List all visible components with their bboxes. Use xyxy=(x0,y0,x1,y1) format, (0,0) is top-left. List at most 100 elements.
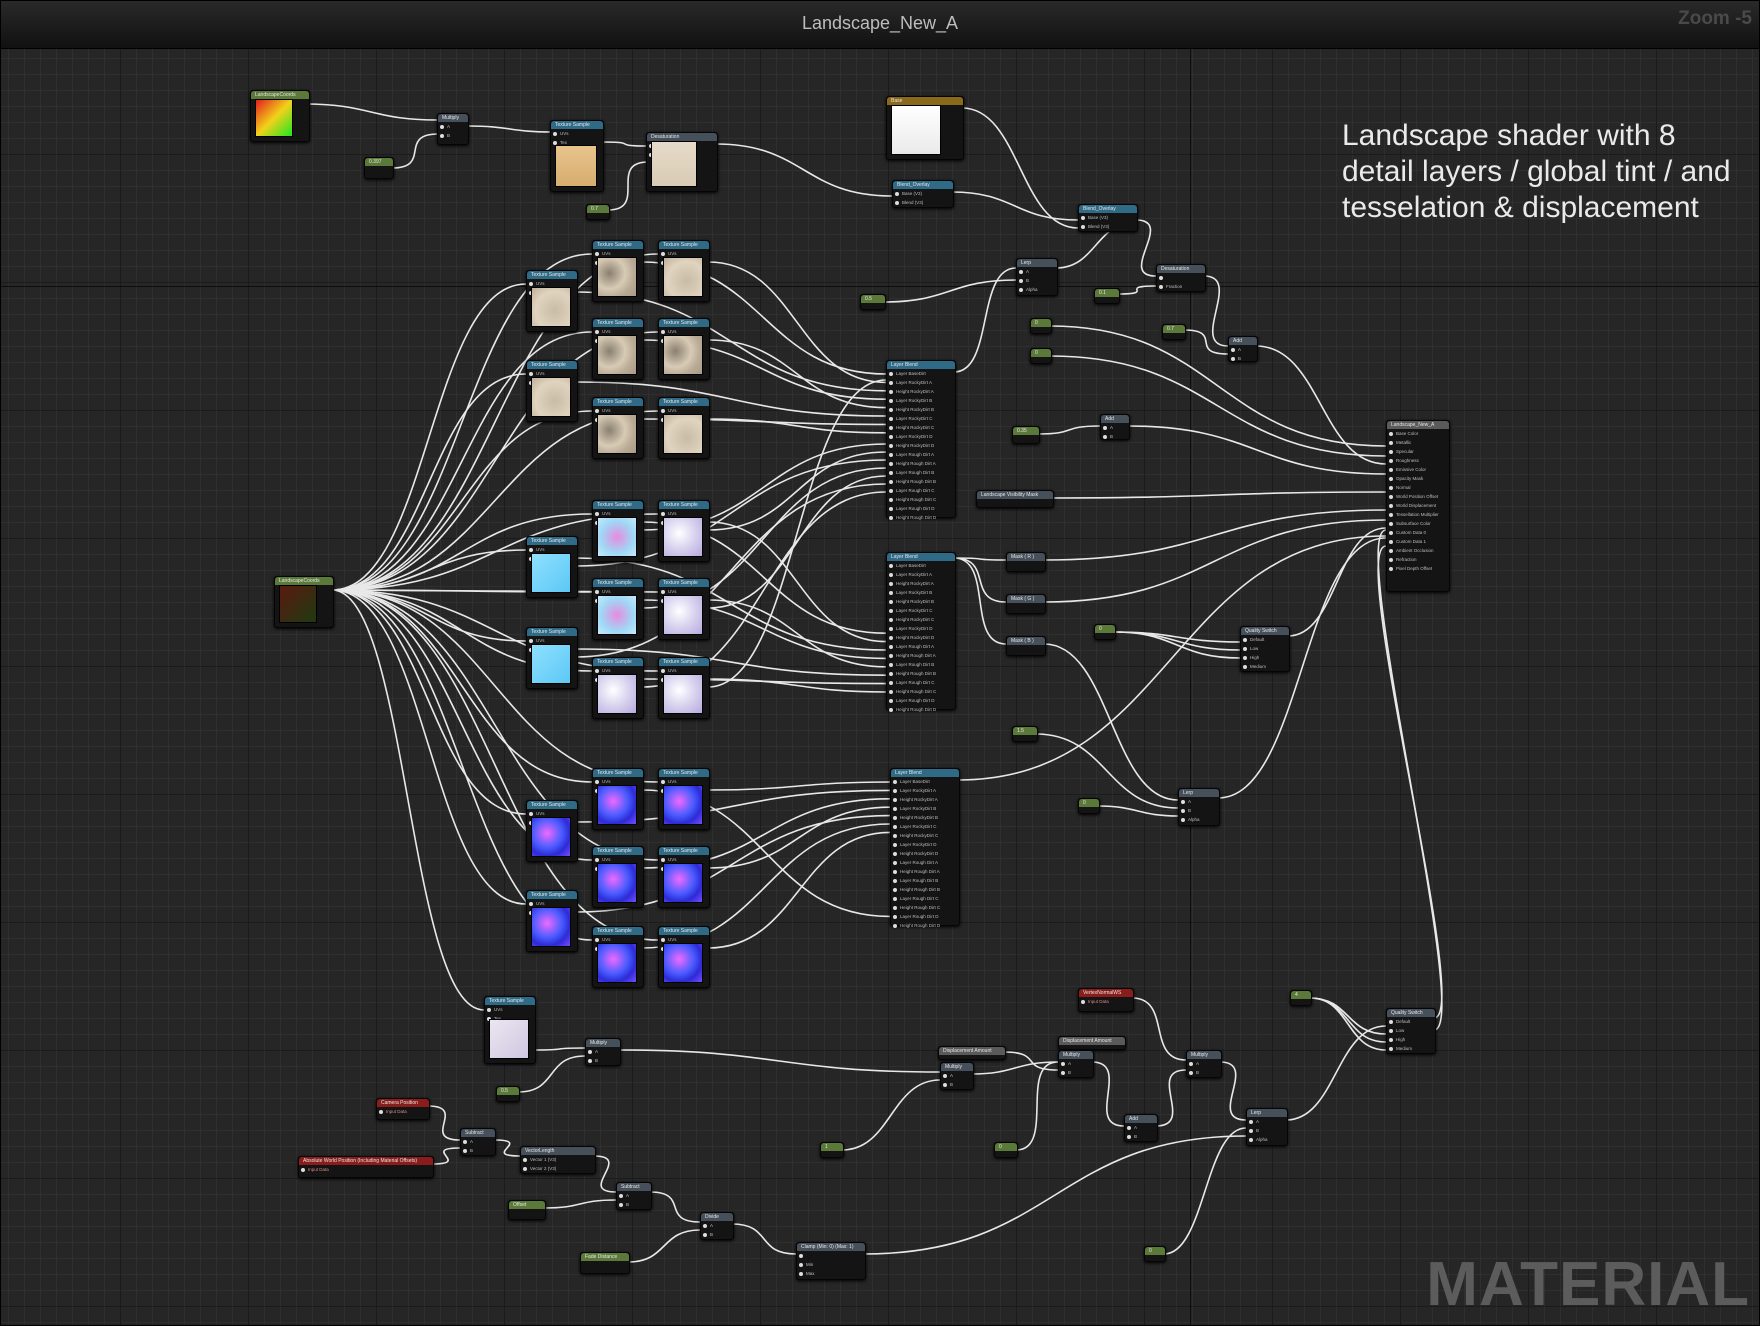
node-texture-sample-22[interactable]: Texture SampleUVsTex xyxy=(592,926,644,988)
node-clamp[interactable]: Clamp (Min: 0) (Max: 1) Min Max xyxy=(796,1242,866,1280)
node-input-pin[interactable]: Custom Data 1 xyxy=(1387,537,1449,546)
node-fade-distance[interactable]: Fade Distance xyxy=(580,1252,630,1274)
node-displacement-amount-1[interactable]: Displacement Amount xyxy=(938,1046,1006,1060)
node-input-pin[interactable]: B xyxy=(586,1056,620,1065)
node-const-mid-1[interactable]: 1.5 xyxy=(1012,726,1038,742)
node-input-pin[interactable]: Subsurface Color xyxy=(1387,519,1449,528)
node-landscape-visibility[interactable]: Landscape Visibility Mask xyxy=(976,490,1054,508)
node-input-pin[interactable]: Height RockyDirt D xyxy=(891,849,959,858)
node-input-pin[interactable]: Metallic xyxy=(1387,438,1449,447)
node-input-pin[interactable]: Opacity Mask xyxy=(1387,474,1449,483)
node-input-pin[interactable]: B xyxy=(461,1146,495,1155)
node-texture-sample-23[interactable]: Texture SampleUVsTex xyxy=(658,926,710,988)
node-input-pin[interactable]: Base (V3) xyxy=(893,189,953,198)
node-input-pin[interactable]: Layer Rough Dirt A xyxy=(887,642,955,651)
node-input-pin[interactable]: A xyxy=(1125,1123,1157,1132)
node-input-pin[interactable]: Roughness xyxy=(1387,456,1449,465)
node-lerp-mid[interactable]: Lerp A B Alpha xyxy=(1178,788,1220,826)
node-input-pin[interactable]: Height Rough Dirt D xyxy=(887,705,955,714)
node-input-pin[interactable]: Height RockyDirt C xyxy=(887,615,955,624)
node-input-pin[interactable]: Height Rough Dirt C xyxy=(891,903,959,912)
node-texture-sample-18[interactable]: Texture SampleUVsTex xyxy=(526,800,578,862)
node-input-pin[interactable]: A xyxy=(1229,345,1257,354)
node-input-pin[interactable]: A xyxy=(1101,423,1129,432)
node-input-pin[interactable]: Layer RockyDirt B xyxy=(887,588,955,597)
node-texture-sample-14[interactable]: Texture SampleUVsTex xyxy=(592,657,644,719)
node-landscape-coords-mid[interactable]: LandscapeCoords xyxy=(274,576,334,628)
node-texture-sample-3[interactable]: Texture SampleUVsTex xyxy=(592,318,644,380)
node-input-pin[interactable]: A xyxy=(617,1191,651,1200)
node-input-pin[interactable]: B xyxy=(617,1200,651,1209)
node-input-pin[interactable]: Base Color xyxy=(1387,429,1449,438)
node-input-pin[interactable]: Tessellation Multiplier xyxy=(1387,510,1449,519)
node-input-pin[interactable]: Layer Rough Dirt A xyxy=(887,450,955,459)
node-const-disp[interactable]: 0.5 xyxy=(496,1086,520,1102)
node-input-pin[interactable]: Normal xyxy=(1387,483,1449,492)
node-abs-world-pos[interactable]: Absolute World Position (Including Mater… xyxy=(298,1156,434,1178)
node-input-pin[interactable]: Layer RockyDirt A xyxy=(891,786,959,795)
node-input-pin[interactable]: Pixel Depth Offset xyxy=(1387,564,1449,573)
node-camera-position[interactable]: Camera Position Input Data xyxy=(376,1098,430,1120)
node-input-pin[interactable] xyxy=(797,1251,865,1260)
node-input-pin[interactable]: Medium xyxy=(1387,1044,1435,1053)
node-input-pin[interactable]: Layer BaseDirt xyxy=(891,777,959,786)
node-input-pin[interactable]: Height RockyDirt A xyxy=(887,579,955,588)
node-input-pin[interactable]: Layer Rough Dirt B xyxy=(887,468,955,477)
node-multiply-top[interactable]: Multiply A B xyxy=(437,113,469,145)
node-const-b[interactable]: 0 xyxy=(1030,348,1052,364)
node-input-pin[interactable]: B xyxy=(701,1230,733,1239)
node-input-pin[interactable]: Emissive Color xyxy=(1387,465,1449,474)
node-input-pin[interactable]: Layer RockyDirt D xyxy=(887,624,955,633)
node-input-pin[interactable]: A xyxy=(1187,1059,1221,1068)
node-input-pin[interactable]: Layer Rough Dirt D xyxy=(887,696,955,705)
node-input-pin[interactable]: Height RockyDirt D xyxy=(887,441,955,450)
node-add-mid[interactable]: Add A B xyxy=(1100,414,1130,440)
node-input-pin[interactable]: Blend (V3) xyxy=(893,198,953,207)
node-input-pin[interactable]: Height RockyDirt C xyxy=(891,831,959,840)
node-input-pin[interactable]: Max xyxy=(797,1269,865,1278)
node-const-bottom[interactable]: 0 xyxy=(1144,1246,1166,1262)
node-input-pin[interactable]: Layer RockyDirt C xyxy=(891,822,959,831)
node-vertex-normal[interactable]: VertexNormalWS Input Data xyxy=(1078,988,1134,1012)
node-input-pin[interactable]: Height Rough Dirt A xyxy=(891,867,959,876)
node-input-pin[interactable]: World Displacement xyxy=(1387,501,1449,510)
node-input-pin[interactable]: Layer Rough Dirt D xyxy=(891,912,959,921)
node-input-pin[interactable]: Ambient Occlusion xyxy=(1387,546,1449,555)
node-input-pin[interactable]: Layer BaseDirt xyxy=(887,369,955,378)
node-input-pin[interactable]: B xyxy=(1101,432,1129,441)
node-input-pin[interactable]: Base (V3) xyxy=(1079,213,1137,222)
node-layer-blend-1[interactable]: Layer Blend Layer BaseDirt Layer RockyDirt… xyxy=(886,360,956,520)
node-const-desat-2[interactable]: 0.1 xyxy=(1094,288,1120,304)
node-input-pin[interactable]: Default xyxy=(1241,635,1289,644)
node-input-pin[interactable]: Height Rough Dirt A xyxy=(887,651,955,660)
node-input-pin[interactable]: Alpha xyxy=(1017,285,1057,294)
node-input-pin[interactable]: A xyxy=(586,1047,620,1056)
node-texture-sample-4[interactable]: Texture SampleUVsTex xyxy=(658,318,710,380)
node-const-spec[interactable]: 0.35 xyxy=(1012,426,1040,444)
node-input-pin[interactable]: Layer RockyDirt D xyxy=(891,840,959,849)
node-input-pin[interactable]: Layer RockyDirt B xyxy=(891,804,959,813)
node-input-pin[interactable]: A xyxy=(461,1137,495,1146)
node-const-c[interactable]: 0.7 xyxy=(1162,324,1186,340)
node-texture-sample-0[interactable]: Texture SampleUVsTex xyxy=(592,240,644,302)
node-const-desat[interactable]: 0.7 xyxy=(586,204,610,220)
node-texture-sample-8[interactable]: Texture SampleUVsTex xyxy=(592,500,644,562)
node-displacement-amount-2[interactable]: Displacement Amount xyxy=(1058,1036,1126,1050)
node-multiply-d3[interactable]: Multiply A B xyxy=(1186,1050,1222,1078)
node-subtract-1[interactable]: Subtract A B xyxy=(460,1128,496,1156)
node-output[interactable]: Landscape_New_A Base Color Metallic Specula… xyxy=(1386,420,1450,592)
node-blend-overlay-1[interactable]: Blend_Overlay Base (V3) Blend (V3) xyxy=(892,180,954,208)
node-input-pin[interactable]: Height RockyDirt A xyxy=(887,387,955,396)
node-lerp-top[interactable]: Lerp A B Alpha xyxy=(1016,258,1058,296)
node-input-pin[interactable]: Height RockyDirt A xyxy=(891,795,959,804)
node-const-top[interactable]: 0.397 xyxy=(364,157,394,179)
node-input-pin[interactable]: Layer Rough Dirt D xyxy=(887,504,955,513)
node-multiply-disp[interactable]: Multiply A B xyxy=(585,1038,621,1066)
node-texture-sample-12[interactable]: Texture SampleUVsTex xyxy=(658,578,710,640)
node-quality-switch-2[interactable]: Quality Switch Default Low High Medium xyxy=(1386,1008,1436,1054)
node-input-pin[interactable]: Layer RockyDirt A xyxy=(887,378,955,387)
node-input-pin[interactable]: B xyxy=(438,131,468,140)
node-input-pin[interactable]: Height RockyDirt B xyxy=(887,405,955,414)
node-input-pin[interactable]: Layer Rough Dirt C xyxy=(887,678,955,687)
node-texture-sample-7[interactable]: Texture SampleUVsTex xyxy=(658,397,710,459)
